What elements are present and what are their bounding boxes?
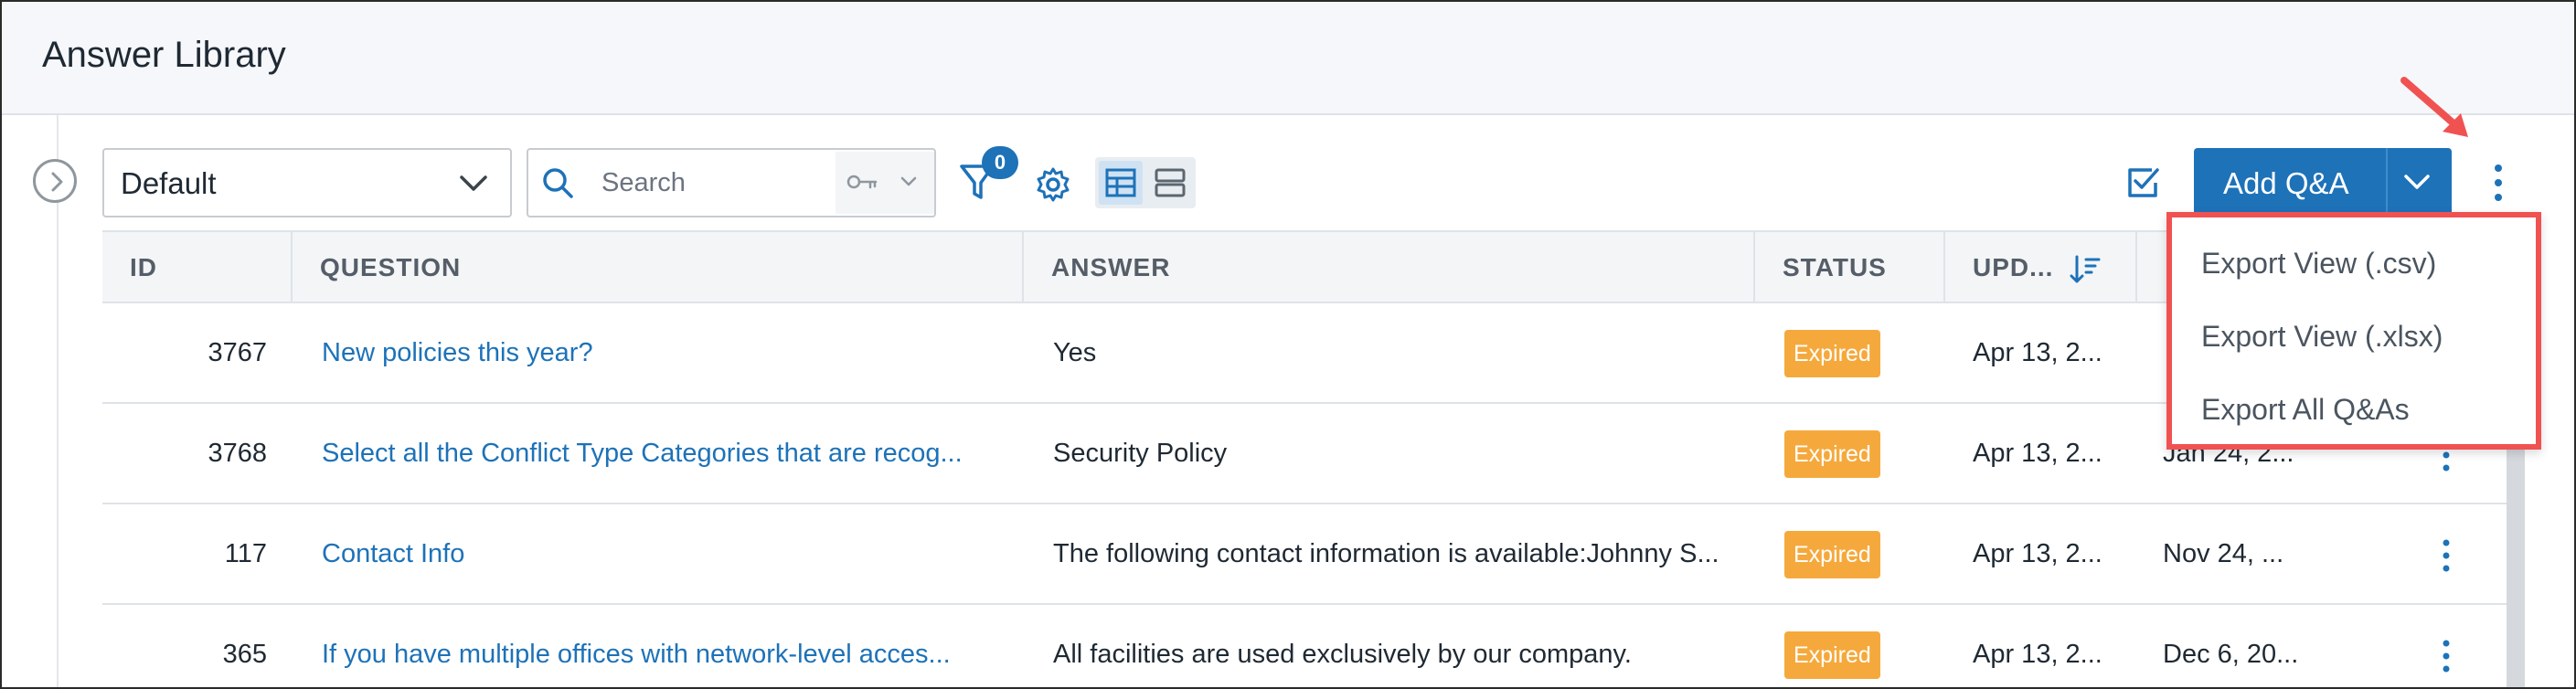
header-id[interactable]: ID (102, 232, 293, 303)
menu-item-export-csv[interactable]: Export View (.csv) (2201, 247, 2436, 281)
table-row[interactable]: 3767 New policies this year? Yes Expired… (102, 303, 2512, 404)
search-icon (543, 168, 573, 198)
row-status: Expired (1784, 303, 1967, 402)
status-badge: Expired (1784, 430, 1880, 479)
page-title: Answer Library (42, 35, 286, 75)
view-mode-toggle (1095, 157, 1196, 208)
header-answer[interactable]: ANSWER (1024, 232, 1755, 303)
row-answer: All facilities are used exclusively by o… (1053, 640, 1632, 669)
row-question-link[interactable]: Select all the Conflict Type Categories … (322, 404, 1090, 503)
search-box (527, 148, 936, 217)
export-menu: Export View (.csv) Export View (.xlsx) E… (2166, 212, 2541, 450)
status-badge: Expired (1784, 531, 1880, 579)
answers-table: ID QUESTION ANSWER STATUS UPD... 3767 Ne… (102, 230, 2512, 687)
table-row[interactable]: 365 If you have multiple offices with ne… (102, 605, 2512, 687)
row-id: 365 (222, 640, 267, 669)
search-mode-dropdown[interactable] (836, 152, 934, 214)
row-status: Expired (1784, 404, 1967, 503)
row-answer: The following contact information is ava… (1053, 539, 1719, 568)
app-window: Answer Library Default 0 (0, 0, 2576, 689)
status-badge: Expired (1784, 330, 1880, 378)
header-question[interactable]: QUESTION (293, 232, 1024, 303)
chevron-down-icon (900, 176, 917, 186)
row-updated: Apr 13, 2... (1973, 338, 2102, 367)
view-select-value: Default (121, 166, 217, 200)
more-actions-button[interactable] (2483, 157, 2514, 208)
checkbox-icon (2128, 168, 2159, 197)
row-kebab-icon[interactable] (2435, 535, 2457, 576)
sort-icon[interactable] (2070, 254, 2101, 285)
header-status[interactable]: STATUS (1755, 232, 1945, 303)
row-question-link[interactable]: Contact Info (322, 504, 1090, 603)
view-select[interactable]: Default (102, 148, 512, 217)
row-updated: Apr 13, 2... (1973, 539, 2102, 568)
chevron-down-icon (460, 175, 487, 191)
bulk-select-button[interactable] (2124, 164, 2165, 205)
row-question-link[interactable]: New policies this year? (322, 303, 1090, 402)
row-answer: Security Policy (1053, 439, 1228, 468)
row-status: Expired (1784, 605, 1967, 687)
filter-count-badge: 0 (982, 146, 1018, 179)
row-kebab-icon[interactable] (2435, 636, 2457, 676)
status-badge: Expired (1784, 631, 1880, 680)
sidebar-expand-button[interactable] (33, 159, 77, 203)
row-answer: Yes (1053, 338, 1097, 367)
title-bar: Answer Library (2, 2, 2574, 115)
row-second-date: Nov 24, ... (2163, 539, 2284, 568)
header-updated[interactable]: UPD... (1945, 232, 2137, 303)
row-id: 117 (224, 539, 267, 568)
arrow-annotation-icon (2400, 77, 2468, 137)
table-row[interactable]: 117 Contact Info The following contact i… (102, 504, 2512, 605)
kebab-icon (2495, 164, 2502, 201)
row-id: 3767 (208, 338, 267, 367)
add-qa-button[interactable]: Add Q&A (2194, 148, 2452, 217)
chevron-down-icon[interactable] (2402, 172, 2432, 194)
row-updated: Apr 13, 2... (1973, 640, 2102, 669)
chevron-right-icon (51, 172, 63, 192)
gear-icon (1037, 167, 1070, 202)
add-button-divider (2386, 148, 2388, 217)
row-id: 3768 (208, 439, 267, 468)
list-view-button[interactable] (1148, 161, 1192, 205)
table-row[interactable]: 3768 Select all the Conflict Type Catego… (102, 404, 2512, 504)
menu-item-export-all[interactable]: Export All Q&As (2201, 393, 2410, 427)
row-second-date: Dec 6, 20... (2163, 640, 2299, 669)
table-view-button[interactable] (1099, 161, 1143, 205)
row-status: Expired (1784, 504, 1967, 603)
key-icon (846, 175, 878, 189)
row-question-link[interactable]: If you have multiple offices with networ… (322, 605, 1090, 687)
row-updated: Apr 13, 2... (1973, 439, 2102, 468)
menu-item-export-xlsx[interactable]: Export View (.xlsx) (2201, 320, 2443, 354)
add-qa-button-label: Add Q&A (2223, 166, 2349, 200)
table-view-icon (1105, 168, 1136, 197)
list-view-icon (1155, 168, 1186, 197)
table-header: ID QUESTION ANSWER STATUS UPD... (102, 230, 2512, 303)
settings-button[interactable] (1033, 164, 1073, 205)
